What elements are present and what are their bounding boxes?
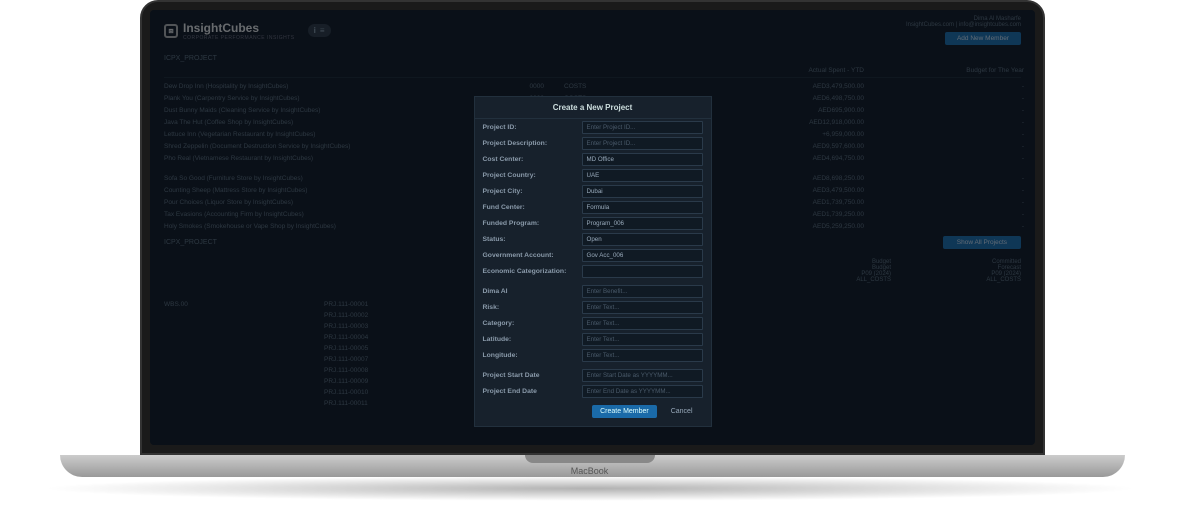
- laptop-brand: MacBook: [571, 466, 609, 476]
- label-lon: Longitude:: [483, 352, 578, 359]
- select-city[interactable]: Dubai: [582, 185, 703, 198]
- select-country[interactable]: UAE: [582, 169, 703, 182]
- input-start[interactable]: Enter Start Date as YYYYMM...: [582, 369, 703, 382]
- cancel-button[interactable]: Cancel: [663, 405, 701, 418]
- input-lat[interactable]: Enter Text...: [582, 333, 703, 346]
- label-project-desc: Project Description:: [483, 140, 578, 147]
- label-fund-center: Fund Center:: [483, 204, 578, 211]
- select-fund-center[interactable]: Formula: [582, 201, 703, 214]
- select-funded-program[interactable]: Program_006: [582, 217, 703, 230]
- input-project-desc[interactable]: Enter Project ID...: [582, 137, 703, 150]
- label-lat: Latitude:: [483, 336, 578, 343]
- label-city: Project City:: [483, 188, 578, 195]
- label-funded-program: Funded Program:: [483, 220, 578, 227]
- create-member-button[interactable]: Create Member: [592, 405, 657, 418]
- label-cost-center: Cost Center:: [483, 156, 578, 163]
- label-gov-acc: Government Account:: [483, 252, 578, 259]
- input-lon[interactable]: Enter Text...: [582, 349, 703, 362]
- create-project-modal: Create a New Project Project ID: Enter Pr…: [474, 96, 712, 427]
- select-gov-acc[interactable]: Gov Acc_006: [582, 249, 703, 262]
- input-end[interactable]: Enter End Date as YYYYMM...: [582, 385, 703, 398]
- label-end: Project End Date: [483, 388, 578, 395]
- label-start: Project Start Date: [483, 372, 578, 379]
- label-dima: Dima AI: [483, 288, 578, 295]
- modal-title: Create a New Project: [475, 97, 711, 119]
- label-country: Project Country:: [483, 172, 578, 179]
- label-econ-cat: Economic Categorization:: [483, 268, 578, 275]
- label-risk: Risk:: [483, 304, 578, 311]
- input-category[interactable]: Enter Text...: [582, 317, 703, 330]
- select-cost-center[interactable]: MD Office: [582, 153, 703, 166]
- select-status[interactable]: Open: [582, 233, 703, 246]
- input-risk[interactable]: Enter Text...: [582, 301, 703, 314]
- label-project-id: Project ID:: [483, 124, 578, 131]
- label-category: Category:: [483, 320, 578, 327]
- input-dima[interactable]: Enter Benefit...: [582, 285, 703, 298]
- label-status: Status:: [483, 236, 578, 243]
- input-project-id[interactable]: Enter Project ID...: [582, 121, 703, 134]
- input-econ-cat[interactable]: [582, 265, 703, 278]
